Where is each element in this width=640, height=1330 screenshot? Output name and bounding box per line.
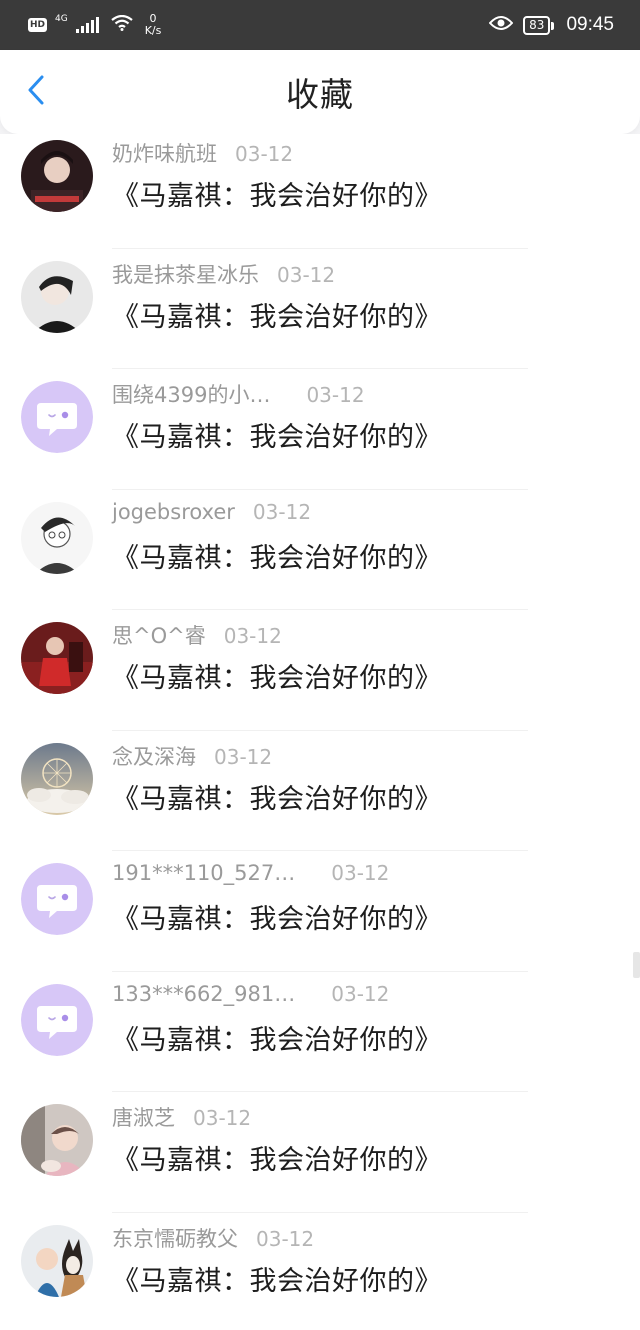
header-bar: 收藏: [0, 50, 640, 134]
favorite-item[interactable]: 念及深海 03-12 《马嘉祺：我会治好你的》: [0, 731, 640, 852]
item-date: 03-12: [256, 1226, 315, 1251]
item-title[interactable]: 《马嘉祺：我会治好你的》: [112, 295, 442, 334]
battery-indicator: 83: [523, 15, 555, 35]
favorite-item[interactable]: jogebsroxer 03-12 《马嘉祺：我会治好你的》: [0, 490, 640, 611]
user-name[interactable]: 思^O^睿: [112, 620, 206, 650]
user-name[interactable]: jogebsroxer: [112, 500, 235, 524]
favorite-item[interactable]: 133***662_981… 03-12 《马嘉祺：我会治好你的》: [0, 972, 640, 1093]
item-meta: 思^O^睿 03-12: [112, 620, 282, 650]
favorite-item[interactable]: 唐淑芝 03-12 《马嘉祺：我会治好你的》: [0, 1092, 640, 1213]
item-meta: 奶炸味航班 03-12: [112, 138, 293, 168]
item-title[interactable]: 《马嘉祺：我会治好你的》: [112, 536, 442, 575]
wifi-icon: [111, 14, 133, 35]
item-date: 03-12: [277, 262, 336, 287]
avatar[interactable]: [21, 742, 93, 815]
user-name[interactable]: 唐淑芝: [112, 1102, 175, 1132]
item-meta: 东京懦砺教父 03-12: [112, 1223, 314, 1253]
item-title[interactable]: 《马嘉祺：我会治好你的》: [112, 1259, 442, 1298]
item-title[interactable]: 《马嘉祺：我会治好你的》: [112, 1018, 442, 1057]
avatar[interactable]: [21, 622, 93, 694]
favorites-list[interactable]: 奶炸味航班 03-12 《马嘉祺：我会治好你的》 我是抹茶星冰乐 03-12 《马嘉祺：我…: [0, 134, 640, 1330]
item-date: 03-12: [193, 1106, 252, 1130]
user-name[interactable]: 东京懦砺教父: [112, 1223, 238, 1253]
user-name[interactable]: 念及深海: [112, 741, 196, 771]
scrollbar-handle[interactable]: [633, 952, 640, 978]
item-date: 03-12: [235, 142, 294, 166]
item-date: 03-12: [223, 624, 282, 648]
item-meta: jogebsroxer 03-12: [112, 500, 311, 524]
favorite-item[interactable]: 奶炸味航班 03-12 《马嘉祺：我会治好你的》: [0, 134, 640, 249]
item-meta: 133***662_981… 03-12: [112, 982, 389, 1006]
user-name[interactable]: 我是抹茶星冰乐: [112, 259, 259, 289]
item-date: 03-12: [306, 383, 365, 407]
item-title[interactable]: 《马嘉祺：我会治好你的》: [112, 174, 442, 213]
network-speed: 0 K/s: [145, 13, 162, 37]
item-title[interactable]: 《马嘉祺：我会治好你的》: [112, 777, 442, 816]
clock: 09:45: [566, 14, 614, 35]
eye-icon: [488, 15, 514, 35]
item-date: 03-12: [331, 861, 390, 885]
default-avatar-icon[interactable]: [21, 381, 93, 453]
avatar[interactable]: [21, 1224, 93, 1297]
page-title: 收藏: [286, 75, 354, 114]
default-avatar-icon[interactable]: [21, 983, 93, 1056]
favorite-item[interactable]: 东京懦砺教父 03-12 《马嘉祺：我会治好你的》: [0, 1213, 640, 1330]
item-title[interactable]: 《马嘉祺：我会治好你的》: [112, 656, 442, 695]
avatar[interactable]: [21, 140, 93, 212]
item-meta: 191***110_527… 03-12: [112, 861, 389, 885]
item-meta: 围绕4399的小… 03-12: [112, 379, 365, 409]
item-meta: 我是抹茶星冰乐 03-12: [112, 259, 335, 289]
default-avatar-icon[interactable]: [21, 863, 93, 935]
avatar[interactable]: [21, 1104, 93, 1176]
hd-badge: HD: [28, 18, 48, 32]
favorite-item[interactable]: 我是抹茶星冰乐 03-12 《马嘉祺：我会治好你的》: [0, 249, 640, 370]
user-name[interactable]: 围绕4399的小…: [112, 379, 270, 409]
signal-icon: [75, 17, 99, 33]
avatar[interactable]: [21, 501, 93, 574]
item-date: 03-12: [252, 499, 312, 524]
user-name[interactable]: 191***110_527…: [112, 861, 295, 885]
item-meta: 念及深海 03-12: [112, 741, 272, 771]
network-type: 4G: [55, 14, 68, 24]
item-date: 03-12: [214, 744, 273, 769]
item-title[interactable]: 《马嘉祺：我会治好你的》: [112, 415, 442, 454]
item-title[interactable]: 《马嘉祺：我会治好你的》: [112, 897, 442, 936]
item-title[interactable]: 《马嘉祺：我会治好你的》: [112, 1138, 442, 1177]
back-button[interactable]: [18, 74, 54, 110]
speed-unit: K/s: [144, 24, 162, 37]
item-meta: 唐淑芝 03-12: [112, 1102, 251, 1132]
favorite-item[interactable]: 围绕4399的小… 03-12 《马嘉祺：我会治好你的》: [0, 369, 640, 490]
item-date: 03-12: [331, 981, 390, 1006]
favorite-item[interactable]: 思^O^睿 03-12 《马嘉祺：我会治好你的》: [0, 610, 640, 731]
user-name[interactable]: 133***662_981…: [112, 982, 295, 1006]
back-arrow-icon: [26, 74, 46, 110]
avatar[interactable]: [21, 260, 93, 333]
favorite-item[interactable]: 191***110_527… 03-12 《马嘉祺：我会治好你的》: [0, 851, 640, 972]
status-bar: HD 4G 0 K/s 83 09:45: [0, 0, 640, 50]
user-name[interactable]: 奶炸味航班: [112, 138, 217, 168]
